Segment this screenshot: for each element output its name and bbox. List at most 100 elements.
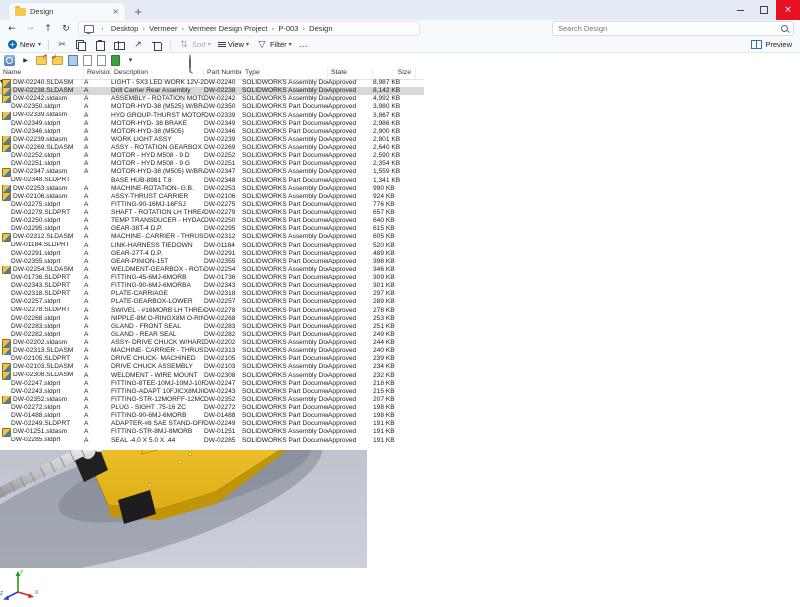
table-row[interactable]: DW-02346.sldprt A MOTOR-HYD-38 (M505) DW… — [0, 128, 424, 136]
refresh-button[interactable]: ↻ — [60, 24, 72, 34]
rename-icon[interactable] — [113, 39, 125, 51]
table-row[interactable]: DW-02249.SLDPRT A ADAPTER-#8 SAE STAND-O… — [0, 420, 424, 428]
check-out-icon[interactable] — [36, 56, 47, 65]
table-row[interactable]: DW-02105.SLDPRT A DRIVE CHUCK- MACHINED … — [0, 355, 424, 363]
table-row[interactable]: DW-02347.sldasm A MOTOR-HYD-38 (M505) W/… — [0, 168, 424, 176]
vault-view-icon[interactable] — [4, 55, 15, 66]
file-type: SOLIDWORKS Part Document — [242, 298, 328, 306]
table-row[interactable]: DW-02350.sldprt A MOTOR-HYD-38 (M525) W/… — [0, 103, 424, 111]
column-header-part-number[interactable]: Part Number — [204, 67, 242, 79]
table-row[interactable]: DW-02343.SLDPRT A FITTING-90-6MJ-6MORBA … — [0, 282, 424, 290]
delete-icon[interactable] — [151, 39, 163, 51]
table-row[interactable]: DW-02253.sldasm A MACHINE-ROTATION- G.B.… — [0, 185, 424, 193]
file-name: DW-02339.sldasm — [13, 112, 67, 120]
column-header-type[interactable]: Type — [242, 67, 328, 79]
table-row[interactable]: DW-02106.sldasm A ASSY-THRUST CARRIER DW… — [0, 193, 424, 201]
table-row[interactable]: DW-02275.sldprt A FITTING-90-16MJ-16FSJ … — [0, 201, 424, 209]
table-row[interactable]: DW-02349.sldprt A MOTOR-HYD- 38 BRAKE DW… — [0, 120, 424, 128]
file-revision: A — [84, 168, 111, 176]
file-name: DW-02283.sldprt — [11, 323, 60, 331]
breadcrumb-item[interactable]: P-003› — [278, 24, 309, 33]
breadcrumb-item[interactable]: Desktop› — [111, 24, 149, 33]
paste-icon[interactable] — [94, 39, 106, 51]
table-row[interactable]: DW-02247.sldprt A FITTING-8TEE-10MJ-10MJ… — [0, 380, 424, 388]
address-bar[interactable]: › Desktop›Vermeer›Vermeer Design Project… — [78, 21, 420, 36]
table-row[interactable]: DW-02243.sldprt A FITTING-ADAPT 10FJICX8… — [0, 388, 424, 396]
table-row[interactable]: DW-02312.SLDASM A MACHINE- CARRIER - THR… — [0, 233, 424, 241]
column-header-revision[interactable]: Revision ... — [84, 67, 111, 79]
column-header-size[interactable]: Size — [373, 67, 416, 79]
table-row[interactable]: DW-02239.sldasm A WORK LIGHT ASSY DW-022… — [0, 136, 424, 144]
table-row[interactable]: DW-02251.sldprt A MOTOR - HYD M508 - 9 G… — [0, 160, 424, 168]
table-row[interactable]: DW-02238.SLDASM A Drill Carrier Rear Ass… — [0, 87, 424, 95]
close-button[interactable]: × — [776, 0, 800, 20]
get-version-icon[interactable] — [83, 55, 92, 66]
table-row[interactable]: DW-02242.sldasm A ASSEMBLY - ROTATION MO… — [0, 95, 424, 103]
copy-icon[interactable] — [75, 39, 87, 51]
run-icon[interactable] — [20, 55, 31, 66]
table-row[interactable]: DW-01736.SLDPRT A FITTING-45-6MJ-6MORB D… — [0, 274, 424, 282]
get-latest-icon[interactable] — [68, 55, 78, 66]
table-row[interactable]: DW-02254.SLDASM A WELDMENT-GEARBOX - ROT… — [0, 266, 424, 274]
table-row[interactable]: DW-02285.sldprt A SEAL -4.0 X 5.0 X .44 … — [0, 437, 424, 445]
cut-icon[interactable]: ✂ — [56, 39, 68, 51]
file-size: 251 KB — [373, 323, 416, 331]
file-size: 191 KB — [373, 420, 416, 428]
new-button[interactable]: + New ▾ — [8, 40, 41, 49]
table-row[interactable]: DW-02318.SLDPRT A PLATE-CARRIAGE DW-0231… — [0, 290, 424, 298]
table-row[interactable]: DW-02250.sldprt A TEMP TRANSDUCER - HYDA… — [0, 217, 424, 225]
table-row[interactable]: DW-01251.sldasm A FITTING-STR-8MJ-8MORB … — [0, 428, 424, 436]
search-input[interactable] — [558, 24, 781, 33]
filter-button[interactable]: ▽ Filter ▾ — [256, 39, 292, 51]
table-row[interactable]: DW-02313.SLDASM A MACHINE- CARRIER - THR… — [0, 347, 424, 355]
back-button[interactable]: ← — [6, 24, 18, 34]
column-header-name[interactable]: Name — [0, 67, 84, 79]
file-revision: A — [84, 266, 111, 274]
explorer-tab[interactable]: Design × — [8, 2, 126, 20]
share-icon[interactable]: ↗ — [132, 39, 144, 51]
table-row[interactable]: DW-02240.SLDASM A LIGHT - 5X3 LED WORK 1… — [0, 79, 424, 87]
axis-z-label: Z — [0, 591, 3, 597]
search-box[interactable] — [552, 21, 794, 36]
table-row[interactable]: DW-02308.SLDASM A WELDMENT - WIRE MOUNT … — [0, 372, 424, 380]
table-row[interactable]: DW-02257.sldprt A PLATE-GEARBOX-LOWER DW… — [0, 298, 424, 306]
table-row[interactable]: DW-02269.SLDASM A ASSY - ROTATION GEARBO… — [0, 144, 424, 152]
breadcrumb-item[interactable]: Vermeer› — [149, 24, 188, 33]
table-row[interactable]: DW-01184.SLDPRT A LINK-HARNESS TIEDOWN D… — [0, 242, 424, 250]
close-tab-icon[interactable]: × — [112, 8, 119, 16]
minimize-button[interactable] — [728, 0, 752, 20]
table-row[interactable]: DW-02202.sldasm A ASSY- DRIVE CHUCK W/HA… — [0, 339, 424, 347]
table-row[interactable]: DW-02279.SLDPRT A SHAFT - ROTATION LH TH… — [0, 209, 424, 217]
table-row[interactable]: DW-02278.SLDPRT A SWIVEL - #16MORB LH TH… — [0, 307, 424, 315]
new-tab-button[interactable]: + — [134, 6, 142, 20]
table-row[interactable]: DW-01488.sldprt A FITTING-90-6MJ-6MORB D… — [0, 412, 424, 420]
copy-file-icon[interactable] — [97, 55, 106, 66]
table-row[interactable]: DW-02295.sldprt A GEAR-38T-4 D.P. DW-022… — [0, 225, 424, 233]
more-dropdown-icon[interactable] — [125, 55, 136, 66]
preview-toggle-button[interactable]: Preview — [751, 40, 792, 49]
table-row[interactable]: DW-02355.sldprt A GEAR-PINION-15T DW-023… — [0, 258, 424, 266]
sort-button[interactable]: ⇅ Sort ▾ — [178, 39, 211, 51]
check-in-icon[interactable] — [52, 56, 63, 65]
up-button[interactable]: ↑ — [42, 24, 54, 34]
column-header-state[interactable]: State — [328, 67, 373, 79]
table-row[interactable]: DW-02103.SLDASM A DRIVE CHUCK ASSEMBLY D… — [0, 363, 424, 371]
table-row[interactable]: DW-02352.sldasm A FITTING-STR-12MORFF-12… — [0, 396, 424, 404]
table-row[interactable]: DW-02282.sldprt A GLAND - REAR SEAL DW-0… — [0, 331, 424, 339]
history-icon[interactable] — [111, 55, 120, 66]
breadcrumb-item[interactable]: Design› — [309, 24, 332, 33]
table-row[interactable]: DW-02283.sldprt A GLAND - FRONT SEAL DW-… — [0, 323, 424, 331]
forward-button[interactable]: → — [24, 24, 36, 34]
file-type: SOLIDWORKS Part Document — [242, 201, 328, 209]
table-row[interactable]: DW-02339.sldasm A HYD GROUP-THURST MOTOR… — [0, 112, 424, 120]
table-row[interactable]: DW-02268.sldprt A NIPPLE-8M O-RINGX8M O-… — [0, 315, 424, 323]
breadcrumb-item[interactable]: Vermeer Design Project› — [188, 24, 278, 33]
table-row[interactable]: DW-02252.sldprt A MOTOR - HYD M508 - 9 D… — [0, 152, 424, 160]
table-row[interactable]: DW-02348.SLDPRT BASE HUB-8981 T.8 DW-023… — [0, 177, 424, 185]
table-row[interactable]: DW-02272.sldprt A PLUG - SIGHT .75-16 ZC… — [0, 404, 424, 412]
view-button[interactable]: View ▾ — [218, 40, 249, 49]
chevron-down-icon: ▾ — [289, 41, 292, 48]
maximize-button[interactable] — [752, 0, 776, 20]
table-row[interactable]: DW-02291.sldprt A GEAR-27T-4 D.P. DW-022… — [0, 250, 424, 258]
more-options-button[interactable]: … — [299, 40, 308, 50]
